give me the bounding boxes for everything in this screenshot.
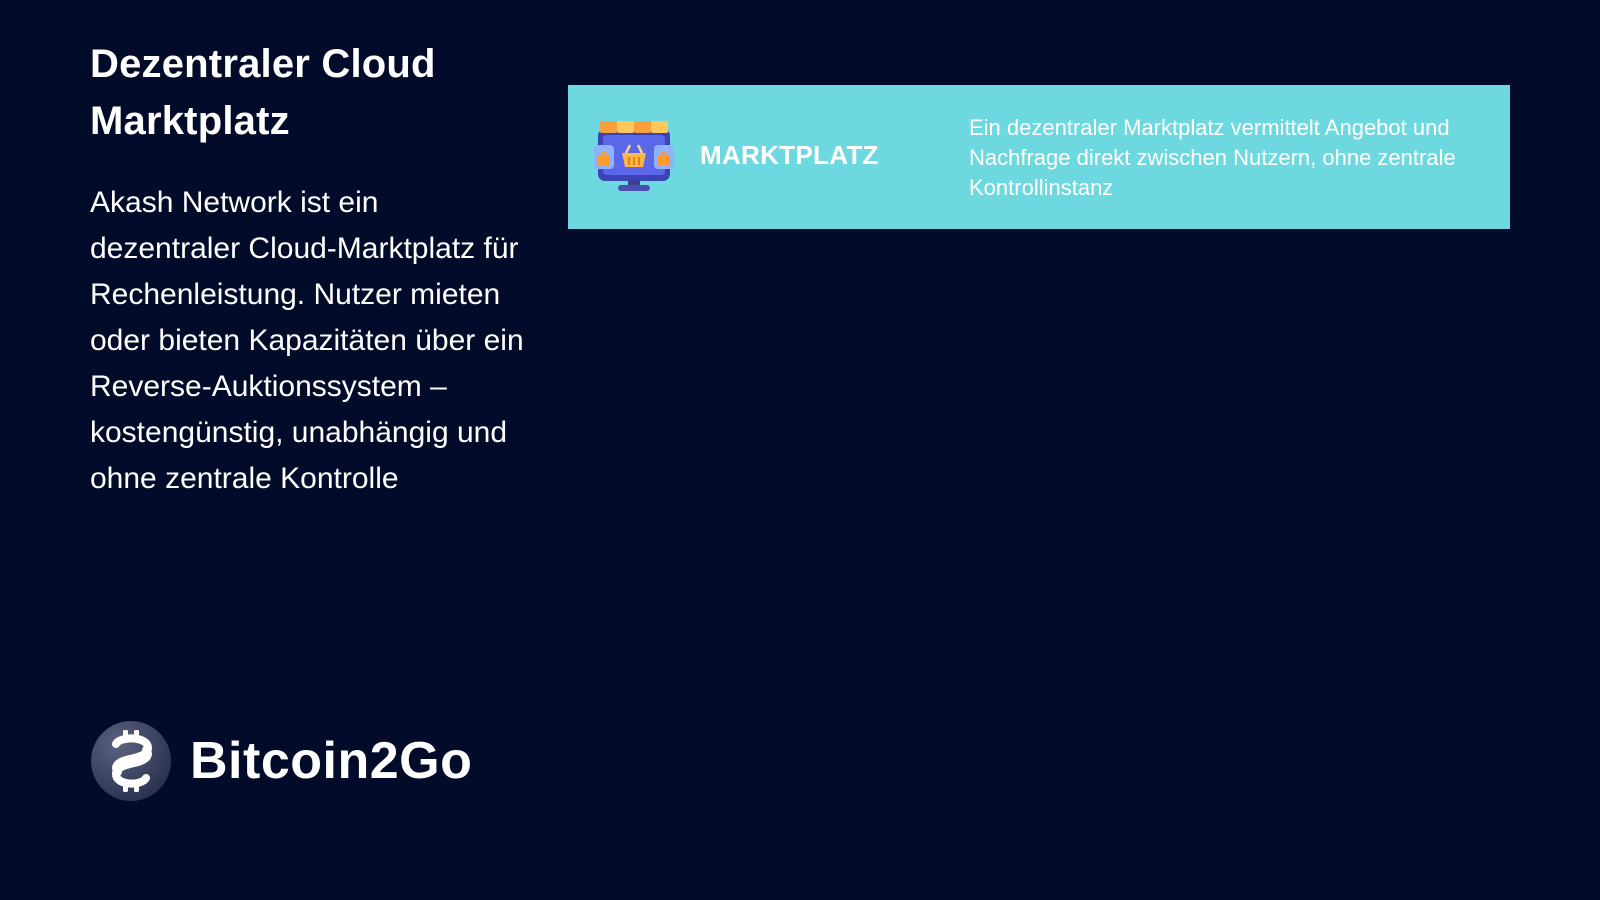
page-title: Dezentraler Cloud Marktplatz (90, 42, 436, 143)
marketplace-card: MARKTPLATZ Ein dezentraler Marktplatz ve… (568, 85, 1510, 229)
card-description: Ein dezentraler Marktplatz vermittelt An… (969, 115, 1456, 200)
text-column: Dezentraler Cloud Marktplatz Akash Netwo… (90, 36, 530, 502)
brand-name: Bitcoin2Go (190, 732, 473, 790)
description-text: Akash Network ist ein dezentraler Cloud-… (90, 186, 524, 495)
marketplace-monitor-icon (592, 119, 676, 195)
brand-logo: Bitcoin2Go (90, 720, 472, 802)
bitcoin2go-logo-icon (90, 720, 172, 802)
card-label: MARKTPLATZ (700, 140, 879, 170)
